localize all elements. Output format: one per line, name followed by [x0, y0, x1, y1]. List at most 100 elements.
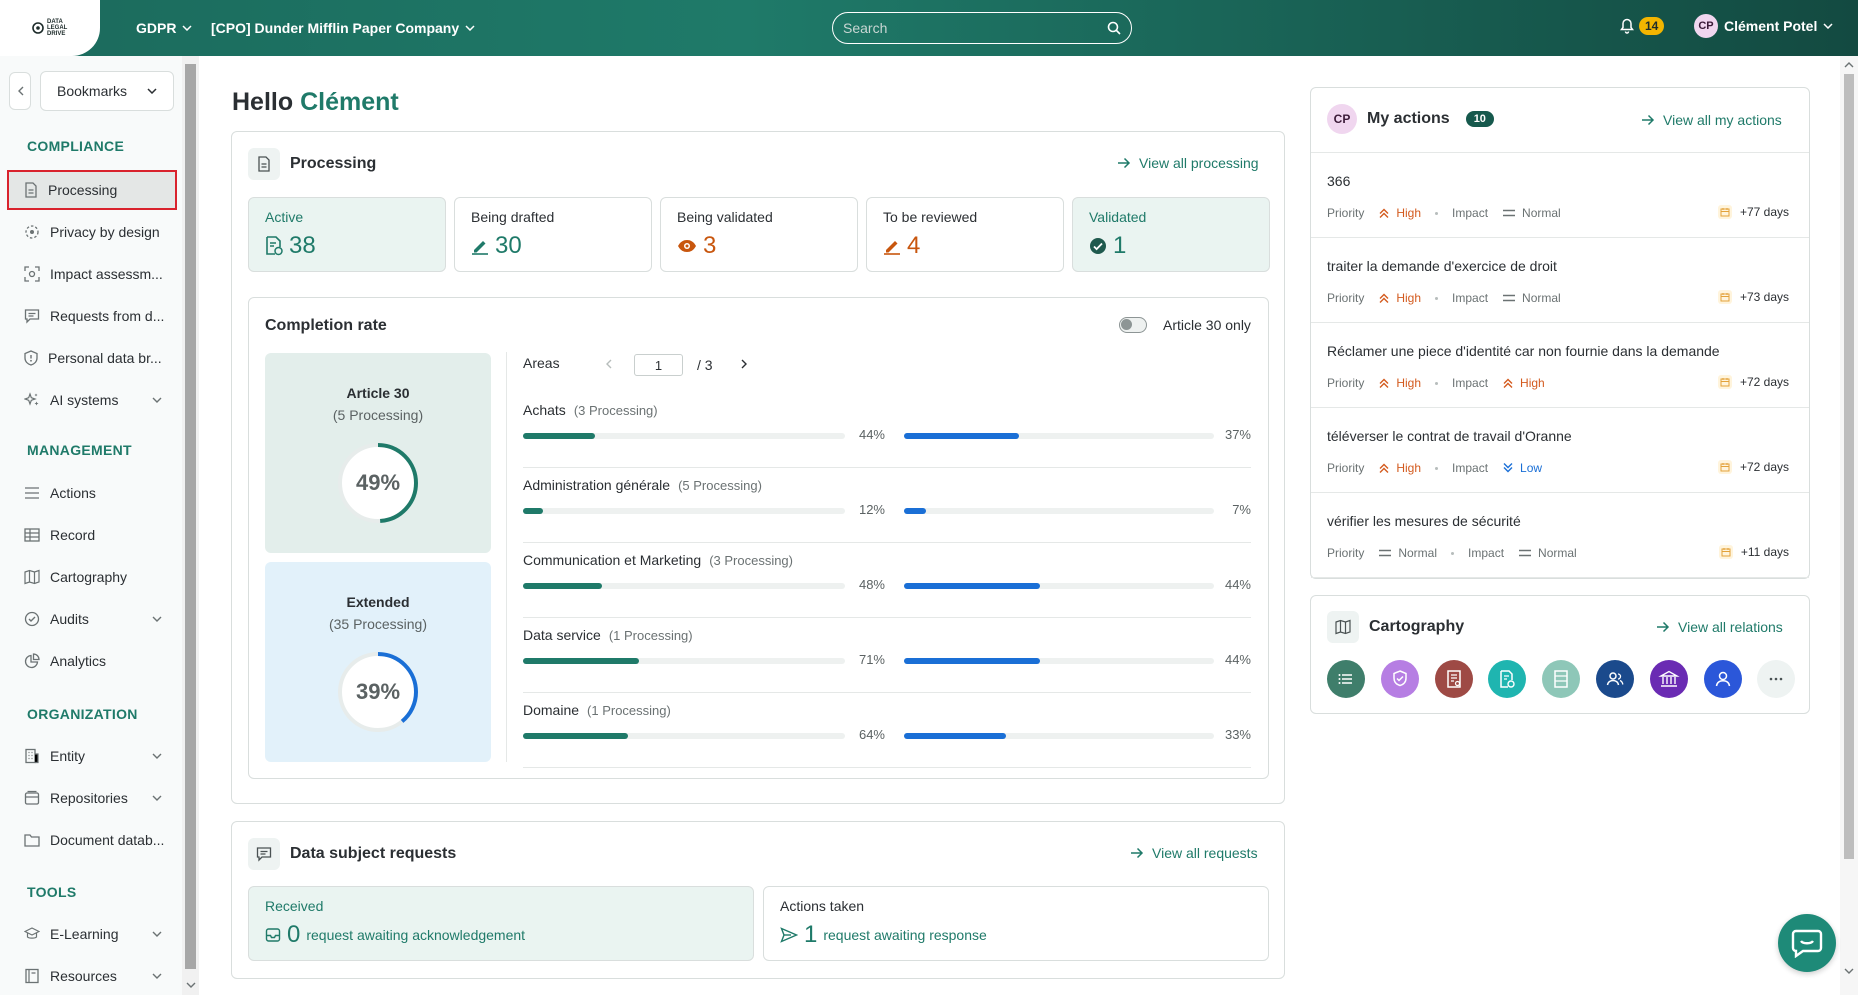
bank-icon[interactable]: [1649, 660, 1688, 698]
send-icon: [780, 927, 798, 943]
priority-value: High: [1396, 291, 1422, 305]
sidebar-scroll-down-icon[interactable]: [186, 982, 196, 988]
document-icon[interactable]: [1434, 660, 1473, 698]
company-dropdown[interactable]: [CPO] Dunder Mifflin Paper Company: [211, 0, 475, 56]
priority-label: Priority: [1327, 376, 1365, 390]
stat-value-row: 3: [677, 232, 841, 260]
stat-being-drafted[interactable]: Being drafted 30: [454, 197, 652, 272]
priority-high-icon: [1379, 463, 1389, 473]
cartography-title-text: Cartography: [1369, 618, 1465, 635]
company-label: [CPO] Dunder Mifflin Paper Company: [211, 20, 460, 36]
cartography-title: Cartography: [1327, 611, 1464, 643]
sidebar-item-audits[interactable]: Audits: [8, 600, 176, 638]
scroll-down-icon[interactable]: [1844, 968, 1854, 974]
view-all-my-actions-link[interactable]: View all my actions: [1641, 112, 1782, 128]
view-all-relations-link[interactable]: View all relations: [1656, 619, 1783, 635]
article30-bar-fill: [523, 733, 628, 739]
pie-chart-icon: [24, 653, 40, 669]
person-icon[interactable]: [1703, 660, 1742, 698]
search-input[interactable]: [843, 20, 1107, 36]
sidebar-scrollbar-thumb[interactable]: [185, 64, 196, 969]
progress-ring: 39%: [336, 650, 420, 734]
table-icon[interactable]: [1542, 660, 1581, 698]
search-icon[interactable]: [1107, 21, 1121, 35]
extended-bar-fill: [904, 433, 1019, 439]
due-days-text: +72 days: [1739, 460, 1789, 474]
sparkles-icon: [24, 392, 39, 406]
bookmarks-label: Bookmarks: [57, 83, 128, 99]
view-all-requests-link[interactable]: View all requests: [1130, 845, 1258, 861]
sidebar-item-repositories[interactable]: Repositories: [8, 779, 176, 817]
priority-normal-icon: [1503, 209, 1516, 217]
action-item[interactable]: téléverser le contrat de travail d'Orann…: [1311, 408, 1809, 493]
requests-received[interactable]: Received 0 request awaiting acknowledgem…: [248, 886, 754, 961]
sidebar-item-impact-assessment[interactable]: Impact assessm...: [8, 255, 176, 293]
page-scrollbar[interactable]: [1840, 56, 1858, 995]
people-icon[interactable]: [1596, 660, 1634, 698]
article30-toggle[interactable]: [1119, 317, 1147, 333]
sidebar-item-analytics[interactable]: Analytics: [8, 642, 176, 680]
sidebar-scrollbar[interactable]: [182, 56, 199, 995]
sidebar-item-entity[interactable]: Entity: [8, 737, 176, 775]
article30-bar-track: [523, 733, 845, 739]
pen-icon: [884, 241, 900, 255]
chevron-down-icon: [152, 973, 162, 979]
action-meta: Priority High Impact Normal: [1327, 206, 1561, 220]
priority-high-icon: [1379, 293, 1389, 303]
chat-support-button[interactable]: [1778, 914, 1836, 972]
notifications-button[interactable]: 14: [1620, 17, 1665, 35]
sidebar-item-privacy-by-design[interactable]: Privacy by design: [8, 213, 176, 251]
list-icon[interactable]: [1327, 660, 1365, 698]
bookmarks-dropdown[interactable]: Bookmarks: [40, 71, 174, 111]
area-name: Data service (1 Processing): [523, 627, 693, 643]
sidebar-item-actions[interactable]: Actions: [8, 474, 176, 512]
due-days: +72 days: [1714, 371, 1793, 393]
article30-bar-fill: [523, 433, 596, 439]
logo[interactable]: DATA LEGAL DRIVE: [0, 0, 100, 56]
stat-value-row: 1: [1089, 232, 1253, 260]
action-meta: Priority High Impact Normal: [1327, 291, 1561, 305]
ring-article30: Article 30 (5 Processing) 49%: [265, 353, 491, 553]
stat-being-validated[interactable]: Being validated 3: [660, 197, 858, 272]
user-menu[interactable]: CP Clément Potel: [1694, 14, 1833, 38]
action-item[interactable]: Réclamer une piece d'identité car non fo…: [1311, 323, 1809, 408]
chevron-left-icon[interactable]: [605, 359, 613, 369]
action-item[interactable]: 366 Priority High Impact Normal +77 days: [1311, 153, 1809, 238]
eye-icon: [678, 240, 696, 252]
page-scrollbar-thumb[interactable]: [1844, 74, 1854, 859]
map-icon: [24, 569, 40, 585]
page-input[interactable]: [634, 354, 683, 376]
chevron-down-icon: [152, 616, 162, 622]
sidebar-item-cartography[interactable]: Cartography: [8, 558, 176, 596]
sidebar-item-processing[interactable]: Processing: [7, 170, 177, 210]
collapse-sidebar-button[interactable]: [9, 72, 31, 110]
stat-active[interactable]: Active 38: [248, 197, 446, 272]
sidebar-item-e-learning[interactable]: E-Learning: [8, 915, 176, 953]
view-all-processing-link[interactable]: View all processing: [1117, 155, 1259, 171]
shield-check-icon[interactable]: [1380, 660, 1419, 698]
module-dropdown[interactable]: GDPR: [136, 0, 192, 56]
shield-alert-icon: [24, 350, 38, 366]
cartography-card-icon: [1327, 611, 1359, 643]
sidebar-item-data-breach[interactable]: Personal data br...: [8, 339, 176, 377]
requests-card-icon: [248, 838, 280, 870]
sidebar-item-ai-systems[interactable]: AI systems: [8, 381, 176, 419]
sidebar-item-document-database[interactable]: Document datab...: [8, 821, 176, 859]
scroll-up-icon[interactable]: [1844, 62, 1854, 68]
list-icon: [25, 487, 39, 499]
article30-bar-fill: [523, 583, 602, 589]
article30-bar-fill: [523, 508, 543, 514]
sidebar-item-resources[interactable]: Resources: [8, 957, 176, 995]
arrow-right-icon: [1642, 114, 1655, 126]
chat-icon: [24, 309, 40, 324]
action-item[interactable]: vérifier les mesures de sécurité Priority…: [1311, 493, 1809, 578]
sidebar-item-requests[interactable]: Requests from d...: [8, 297, 176, 335]
requests-actions-taken[interactable]: Actions taken 1 request awaiting respons…: [763, 886, 1269, 961]
stat-validated[interactable]: Validated 1: [1072, 197, 1270, 272]
action-item[interactable]: traiter la demande d'exercice de droit Pr…: [1311, 238, 1809, 323]
sidebar-item-label: Impact assessm...: [50, 266, 163, 282]
priority-value: Normal: [1398, 546, 1438, 560]
sidebar-item-record[interactable]: Record: [8, 516, 176, 554]
stat-to-be-reviewed[interactable]: To be reviewed 4: [866, 197, 1064, 272]
chevron-right-icon[interactable]: [740, 359, 748, 369]
